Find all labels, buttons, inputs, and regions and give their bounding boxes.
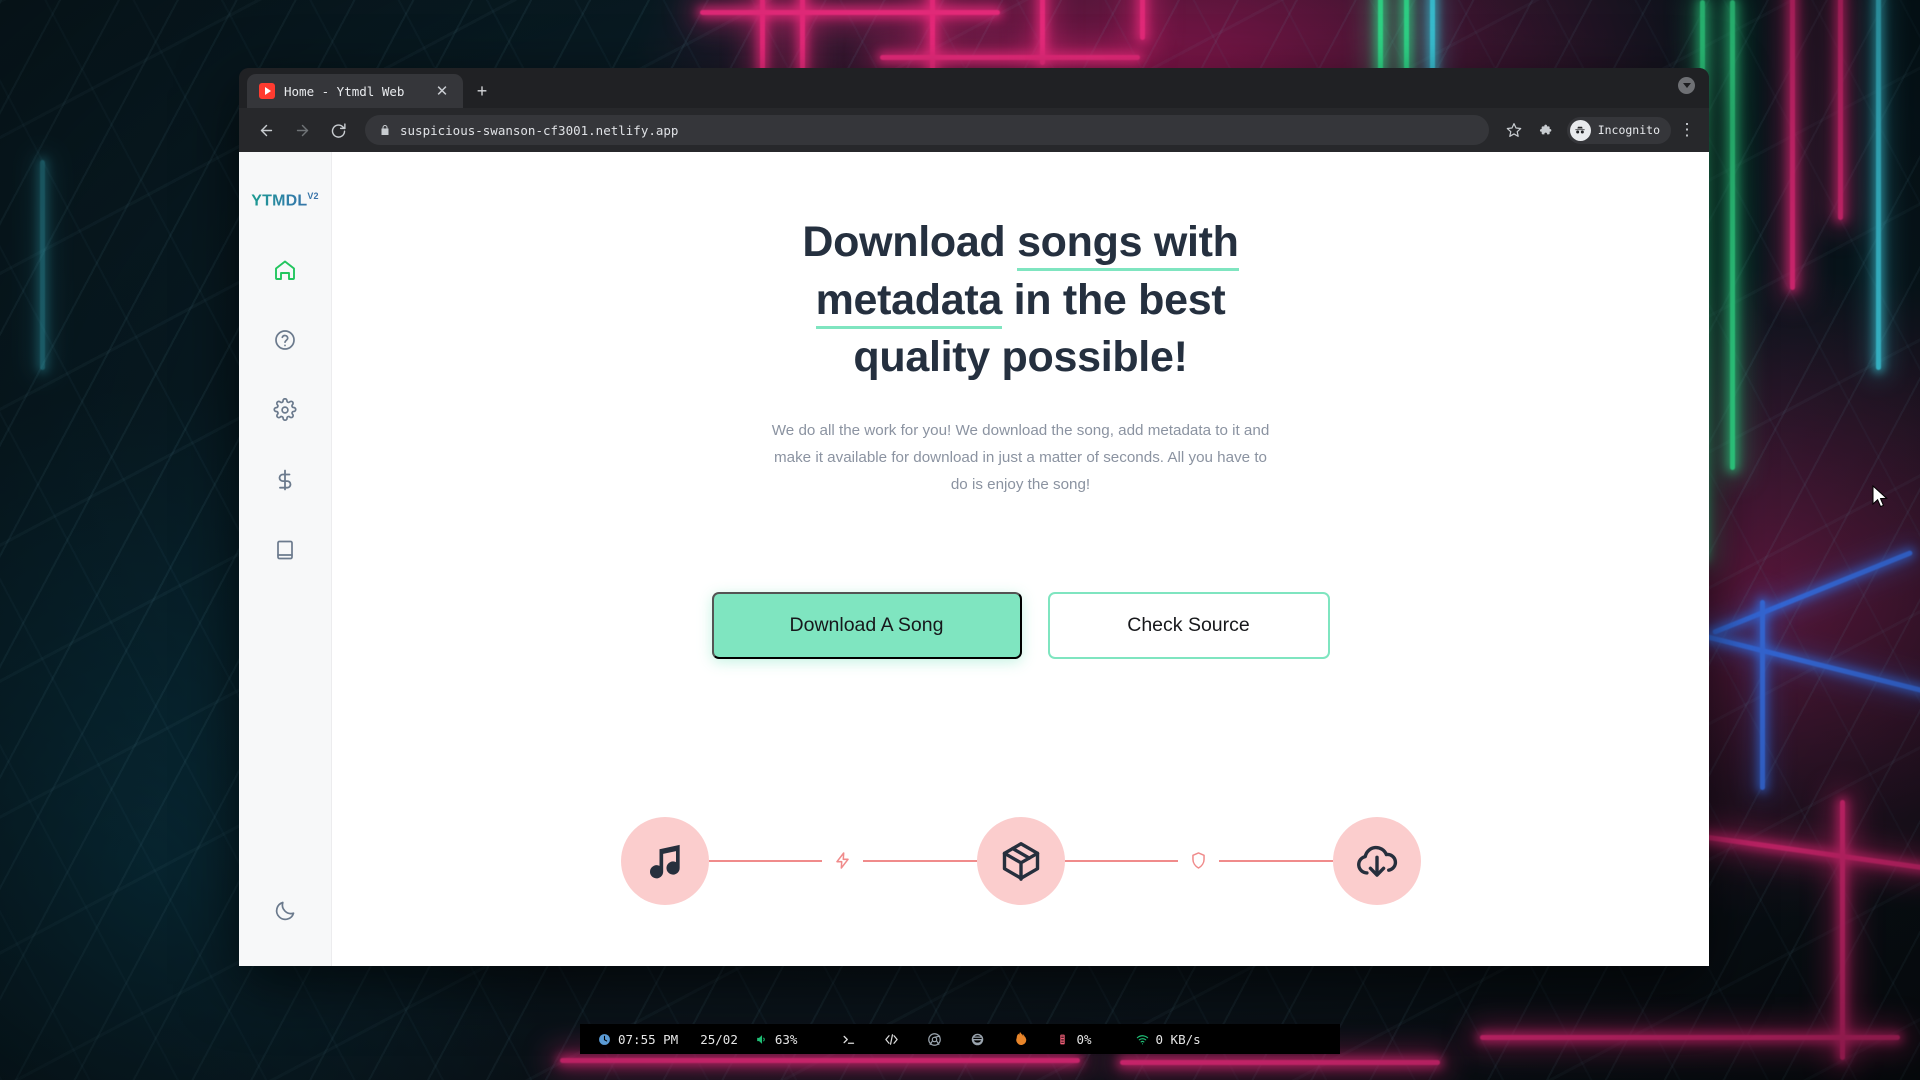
browser-toolbar: suspicious-swanson-cf3001.netlify.app In… — [239, 108, 1709, 152]
connector-line — [863, 859, 977, 862]
taskbar-date: 25/02 — [700, 1031, 738, 1047]
new-tab-button[interactable]: + — [471, 80, 493, 102]
address-bar[interactable]: suspicious-swanson-cf3001.netlify.app — [365, 115, 1489, 145]
cloud-download-icon — [1332, 816, 1421, 905]
star-icon[interactable] — [1501, 117, 1527, 143]
system-taskbar: 07:55 PM 25/02 63% 0% 0 KB/s — [580, 1024, 1340, 1054]
clock-widget[interactable]: 07:55 PM 25/02 — [598, 1032, 738, 1047]
sidebar-item-help[interactable] — [272, 327, 298, 353]
profile-chip[interactable]: Incognito — [1566, 116, 1671, 144]
hero-heading-part-1: Download — [802, 218, 1018, 266]
profile-label: Incognito — [1597, 123, 1660, 137]
desktop: Home - Ytmdl Web ✕ + suspicious-swanson-… — [0, 0, 1920, 1080]
app-logo-version: V2 — [307, 191, 319, 201]
network-widget[interactable]: 0 KB/s — [1136, 1032, 1201, 1047]
connector-line — [1219, 859, 1333, 862]
feature-connector — [1064, 851, 1333, 870]
app-logo-name: YTMDL — [251, 192, 308, 210]
package-box-icon — [976, 816, 1065, 905]
check-source-button[interactable]: Check Source — [1047, 591, 1330, 659]
page-title: Download songs with metadata in the best… — [751, 214, 1291, 387]
sidebar-item-home[interactable] — [272, 257, 298, 283]
youtube-play-icon — [259, 83, 275, 99]
main-content: Download songs with metadata in the best… — [332, 152, 1709, 966]
page-viewport: YTMDLV2 Download songs with metadata in … — [239, 152, 1709, 966]
hero-subtitle: We do all the work for you! We download … — [771, 421, 1270, 493]
firefox-icon[interactable] — [1013, 1031, 1039, 1047]
terminal-prompt-icon[interactable] — [841, 1032, 867, 1047]
browser-tab[interactable]: Home - Ytmdl Web ✕ — [247, 74, 463, 108]
chrome-icon[interactable] — [927, 1032, 953, 1047]
caret-down-icon[interactable] — [1678, 77, 1695, 94]
shield-icon — [1189, 851, 1208, 870]
sidebar-item-settings[interactable] — [272, 397, 298, 423]
arrow-left-icon[interactable] — [251, 115, 281, 145]
taskbar-cpu: 0% — [1076, 1031, 1092, 1047]
puzzle-icon[interactable] — [1533, 117, 1559, 143]
code-brackets-icon[interactable] — [884, 1032, 910, 1047]
cpu-icon — [1056, 1033, 1069, 1046]
cpu-widget[interactable]: 0% — [1056, 1031, 1092, 1047]
feature-strip — [620, 816, 1421, 905]
three-dot-menu-icon[interactable]: ⋮ — [1677, 121, 1697, 138]
tab-strip: Home - Ytmdl Web ✕ + — [239, 68, 1709, 108]
volume-widget[interactable]: 63% — [755, 1031, 798, 1047]
disc-icon[interactable] — [970, 1032, 996, 1047]
feature-connector — [708, 851, 977, 870]
taskbar-time: 07:55 PM — [618, 1031, 679, 1047]
download-a-song-button[interactable]: Download A Song — [711, 591, 1022, 659]
speaker-icon — [755, 1033, 768, 1046]
url-text: suspicious-swanson-cf3001.netlify.app — [400, 122, 679, 138]
lock-icon — [379, 124, 391, 136]
cta-row: Download A Song Check Source — [711, 591, 1330, 659]
browser-window: Home - Ytmdl Web ✕ + suspicious-swanson-… — [239, 68, 1709, 966]
app-sidebar: YTMDLV2 — [239, 152, 332, 966]
arrow-right-icon[interactable] — [287, 115, 317, 145]
clock-icon — [598, 1033, 611, 1046]
close-icon[interactable]: ✕ — [431, 80, 453, 102]
connector-line — [1064, 859, 1178, 862]
tab-title: Home - Ytmdl Web — [284, 83, 405, 99]
incognito-icon — [1569, 119, 1591, 141]
connector-line — [708, 859, 822, 862]
app-logo[interactable]: YTMDLV2 — [251, 192, 319, 209]
sidebar-nav — [272, 257, 298, 563]
moon-icon[interactable] — [272, 898, 298, 924]
sidebar-item-docs[interactable] — [272, 537, 298, 563]
taskbar-network: 0 KB/s — [1155, 1031, 1201, 1047]
lightning-bolt-icon — [833, 851, 852, 870]
music-note-icon — [620, 816, 709, 905]
taskbar-volume: 63% — [774, 1031, 798, 1047]
sidebar-item-donate[interactable] — [272, 467, 298, 493]
wifi-icon — [1136, 1033, 1149, 1046]
reload-icon[interactable] — [323, 115, 353, 145]
